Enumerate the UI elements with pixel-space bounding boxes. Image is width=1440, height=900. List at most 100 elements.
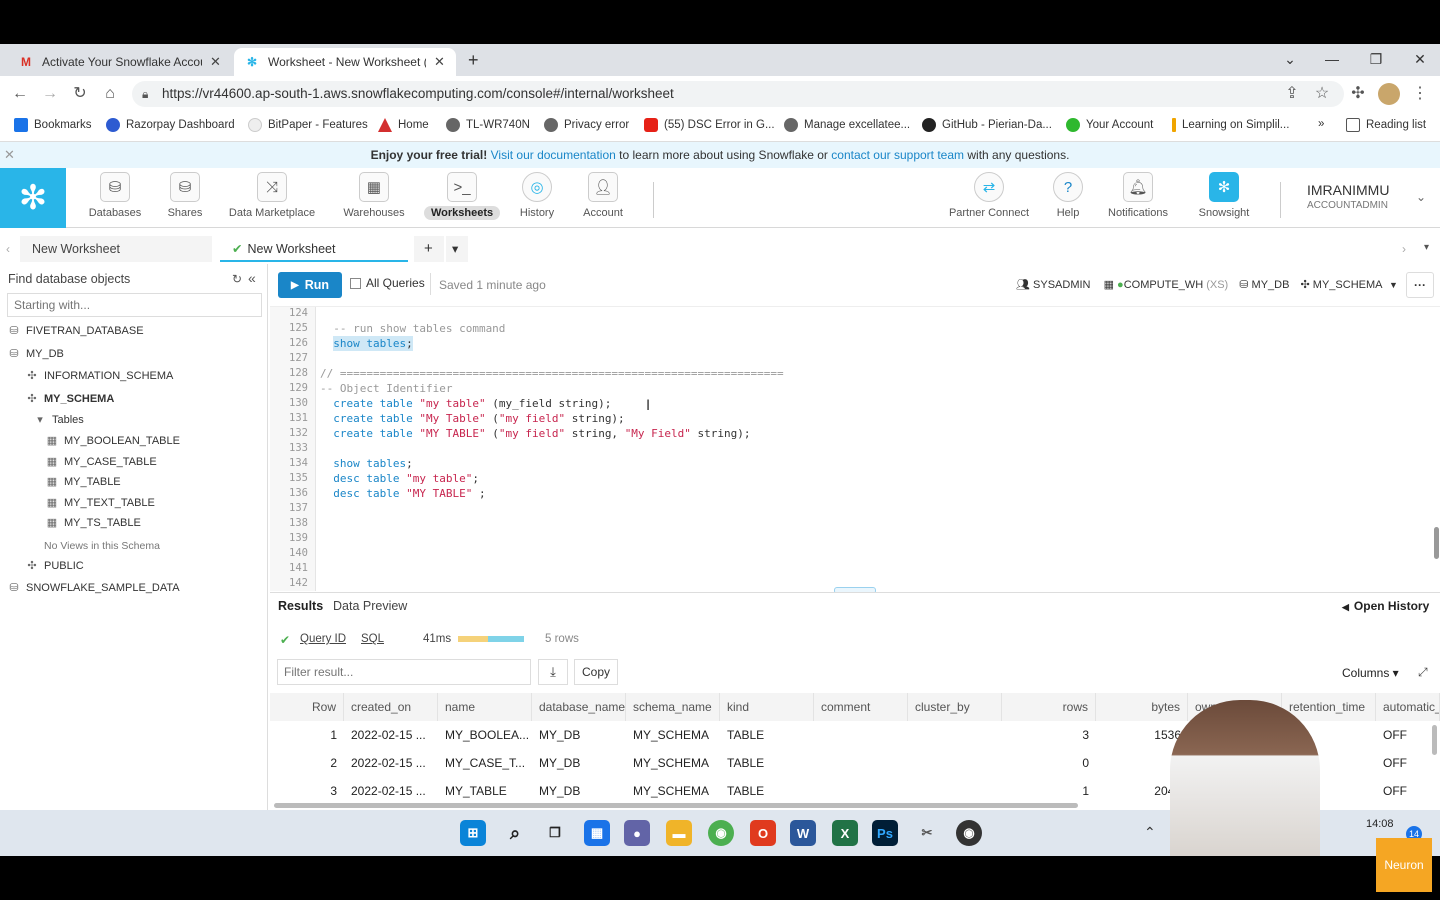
extensions-icon[interactable]: ✣ xyxy=(1348,84,1368,104)
back-icon[interactable]: ← xyxy=(10,84,30,104)
run-button[interactable]: ▶ Run xyxy=(278,272,342,298)
profile-avatar[interactable] xyxy=(1378,83,1400,105)
nav-warehouses[interactable]: ▦ Warehouses xyxy=(340,172,408,219)
close-banner-icon[interactable]: ✕ xyxy=(4,142,15,168)
code-line[interactable]: create table "MY TABLE" ("my field" stri… xyxy=(320,427,750,440)
code-line[interactable]: create table "my table" (my_field string… xyxy=(320,397,611,410)
close-window-icon[interactable]: ✕ xyxy=(1398,44,1440,74)
share-icon[interactable]: ⇪ xyxy=(1282,84,1302,104)
bookmark-item[interactable]: BitPaper - Features xyxy=(248,118,368,132)
search-icon[interactable]: ⌕ xyxy=(502,820,528,846)
code-line[interactable]: -- Object Identifier xyxy=(320,382,452,395)
code-line[interactable]: show tables; xyxy=(320,336,413,351)
tree-item[interactable]: ✣ INFORMATION_SCHEMA xyxy=(26,369,173,383)
column-header[interactable]: bytes xyxy=(1096,693,1188,721)
new-tab-icon[interactable]: + xyxy=(468,50,479,71)
tabs-next-icon[interactable]: › xyxy=(1402,242,1406,256)
tree-item[interactable]: ✣ MY_SCHEMA xyxy=(26,392,114,406)
photoshop-icon[interactable]: Ps xyxy=(872,820,898,846)
column-header[interactable]: comment xyxy=(814,693,908,721)
file-explorer-icon[interactable]: ▬ xyxy=(666,820,692,846)
nav-notifications[interactable]: 🔔︎ Notifications xyxy=(1104,172,1172,219)
refresh-icon[interactable]: ↻ xyxy=(232,272,242,286)
tree-item[interactable]: ▾ Tables xyxy=(34,413,84,427)
documentation-link[interactable]: Visit our documentation xyxy=(491,148,616,162)
nav-help[interactable]: ? Help xyxy=(1052,172,1084,219)
sql-link[interactable]: SQL xyxy=(361,633,384,645)
home-icon[interactable]: ⌂ xyxy=(100,84,120,104)
code-line[interactable]: desc table "my table"; xyxy=(320,472,479,485)
close-tab-icon[interactable]: ✕ xyxy=(210,54,221,70)
collapse-sidebar-icon[interactable]: « xyxy=(248,270,256,286)
horizontal-scrollbar[interactable] xyxy=(274,803,1078,808)
context-selector[interactable]: 👥︎ SYSADMIN ▦ ●COMPUTE_WH (XS) ⛁ MY_DB ✣… xyxy=(1016,278,1398,291)
column-header[interactable]: database_name xyxy=(532,693,626,721)
snowflake-logo[interactable]: ✻ xyxy=(0,168,66,228)
tree-item[interactable]: ▦ MY_TEXT_TABLE xyxy=(46,496,155,510)
nav-worksheets[interactable]: >_ Worksheets xyxy=(424,172,501,220)
close-tab-icon[interactable]: ✕ xyxy=(434,54,445,70)
nav-snowsight[interactable]: ✻ Snowsight xyxy=(1194,172,1254,219)
minimize-icon[interactable]: — xyxy=(1310,44,1354,74)
column-header[interactable]: rows xyxy=(1002,693,1096,721)
widgets-icon[interactable]: ▦ xyxy=(584,820,610,846)
tabs-list-icon[interactable]: ▾ xyxy=(1424,242,1429,253)
download-icon[interactable]: ⤓ xyxy=(538,659,568,685)
copy-button[interactable]: Copy xyxy=(574,659,618,685)
forward-icon[interactable]: → xyxy=(40,84,60,104)
bookmark-item[interactable]: Privacy error xyxy=(544,118,629,132)
chrome-icon[interactable]: ◉ xyxy=(708,820,734,846)
browser-tab-worksheet[interactable]: ✻ Worksheet - New Worksheet (1/1 ✕ xyxy=(234,48,456,76)
object-search-input[interactable] xyxy=(7,293,262,317)
bookmarks-overflow[interactable]: » xyxy=(1318,118,1324,130)
nav-account[interactable]: 👤︎ Account xyxy=(578,172,628,219)
open-history-button[interactable]: ◀ Open History xyxy=(1342,599,1429,613)
tab-data-preview[interactable]: Data Preview xyxy=(333,599,407,613)
browser-tab-gmail[interactable]: M Activate Your Snowflake Account ✕ xyxy=(8,48,232,76)
all-queries-checkbox[interactable]: All Queries xyxy=(350,276,425,290)
reading-list[interactable]: Reading list xyxy=(1346,118,1426,132)
tree-item[interactable]: ✣ PUBLIC xyxy=(26,559,83,573)
tabs-prev-icon[interactable]: ‹ xyxy=(6,242,10,256)
tree-item[interactable]: ⛁ MY_DB xyxy=(8,347,64,361)
windows-start-icon[interactable]: ⊞ xyxy=(460,820,486,846)
worksheet-menu-button[interactable]: ▾ xyxy=(446,236,468,262)
column-header[interactable]: schema_name xyxy=(626,693,720,721)
excel-icon[interactable]: X xyxy=(832,820,858,846)
query-id-link[interactable]: Query ID xyxy=(300,633,346,645)
column-header[interactable]: automatic_ xyxy=(1376,693,1440,721)
column-header[interactable]: name xyxy=(438,693,532,721)
word-icon[interactable]: W xyxy=(790,820,816,846)
worksheet-tab-1[interactable]: New Worksheet xyxy=(20,236,212,262)
support-link[interactable]: contact our support team xyxy=(831,148,964,162)
column-header[interactable]: cluster_by xyxy=(908,693,1002,721)
columns-dropdown[interactable]: Columns ▾ xyxy=(1342,666,1399,680)
tree-item[interactable]: ⛁ FIVETRAN_DATABASE xyxy=(8,324,143,338)
code-line[interactable]: create table "My Table" ("my field" stri… xyxy=(320,412,624,425)
tab-search-icon[interactable]: ⌄ xyxy=(1268,44,1312,74)
bookmark-item[interactable]: Your Account xyxy=(1066,118,1153,132)
bookmark-item[interactable]: Razorpay Dashboard xyxy=(106,118,235,132)
bookmark-item[interactable]: Home xyxy=(378,118,429,132)
code-line[interactable]: -- run show tables command xyxy=(320,322,505,335)
bookmark-item[interactable]: (55) DSC Error in G... xyxy=(644,118,775,132)
code-line[interactable]: desc table "MY TABLE" ; xyxy=(320,487,485,500)
nav-data-marketplace[interactable]: ⤨ Data Marketplace xyxy=(224,172,320,219)
tree-item[interactable]: ▦ MY_TS_TABLE xyxy=(46,516,141,530)
filter-result-input[interactable] xyxy=(277,659,531,685)
tree-item[interactable]: ▦ MY_TABLE xyxy=(46,475,121,489)
tree-item[interactable]: ▦ MY_CASE_TABLE xyxy=(46,455,157,469)
nav-shares[interactable]: ⛁ Shares xyxy=(160,172,210,219)
editor-scrollbar[interactable] xyxy=(1434,527,1439,559)
bookmark-item[interactable]: TL-WR740N xyxy=(446,118,530,132)
nav-partner-connect[interactable]: ⇄ Partner Connect xyxy=(944,172,1034,219)
tray-expand-icon[interactable]: ⌃ xyxy=(1144,824,1156,841)
code-line[interactable]: // =====================================… xyxy=(320,367,784,380)
add-worksheet-button[interactable]: + xyxy=(414,236,444,262)
nav-databases[interactable]: ⛁ Databases xyxy=(86,172,144,219)
teams-chat-icon[interactable]: ● xyxy=(624,820,650,846)
user-dropdown-icon[interactable]: ⌄ xyxy=(1416,190,1426,204)
bookmark-item[interactable]: Bookmarks xyxy=(14,118,92,132)
user-menu[interactable]: IMRANIMMU ACCOUNTADMIN xyxy=(1307,182,1389,211)
obs-icon[interactable]: ◉ xyxy=(956,820,982,846)
